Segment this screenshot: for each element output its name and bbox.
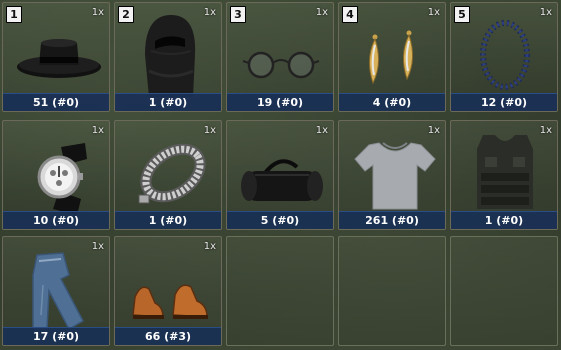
item-caption: 17 (#0): [3, 327, 109, 345]
jeans-icon: [32, 252, 84, 331]
item-caption: 12 (#0): [451, 93, 557, 111]
item-caption: 5 (#0): [227, 211, 333, 229]
inventory-slot-7[interactable]: 1x 1 (#0): [114, 120, 222, 230]
inventory-grid: 1 1x 51 (#0) 2 1x 1 (#0) 3 1x 19 (#0) 4 …: [0, 0, 561, 350]
inventory-slot-5[interactable]: 5 1x 12 (#0): [450, 2, 558, 112]
inventory-slot-4[interactable]: 4 1x 4 (#0): [338, 2, 446, 112]
item-caption: 261 (#0): [339, 211, 445, 229]
inventory-slot-10[interactable]: 1x 1 (#0): [450, 120, 558, 230]
item-caption: 51 (#0): [3, 93, 109, 111]
inventory-slot-12[interactable]: 1x 66 (#3): [114, 236, 222, 346]
inventory-slot-1[interactable]: 1 1x 51 (#0): [2, 2, 110, 112]
inventory-slot-3[interactable]: 3 1x 19 (#0): [226, 2, 334, 112]
item-caption: 1 (#0): [451, 211, 557, 229]
chain-bracelet-icon: [138, 143, 206, 204]
item-caption: 10 (#0): [3, 211, 109, 229]
duffel-bag-icon: [241, 159, 323, 201]
wristwatch-icon: [37, 143, 87, 215]
balaclava-icon: [145, 15, 196, 97]
inventory-slot-13[interactable]: [226, 236, 334, 346]
glasses-icon: [242, 51, 320, 79]
item-caption: 1 (#0): [115, 93, 221, 111]
item-caption: 19 (#0): [227, 93, 333, 111]
inventory-slot-11[interactable]: 1x 17 (#0): [2, 236, 110, 346]
hat-icon: [17, 39, 101, 78]
item-caption: 4 (#0): [339, 93, 445, 111]
inventory-slot-2[interactable]: 2 1x 1 (#0): [114, 2, 222, 112]
inventory-slot-15[interactable]: [450, 236, 558, 346]
inventory-slot-9[interactable]: 1x 261 (#0): [338, 120, 446, 230]
earrings-icon: [369, 30, 413, 85]
bead-necklace-icon: [480, 20, 530, 90]
item-caption: 66 (#3): [115, 327, 221, 345]
inventory-slot-6[interactable]: 1x 10 (#0): [2, 120, 110, 230]
item-caption: 1 (#0): [115, 211, 221, 229]
shoes-icon: [132, 284, 208, 319]
tshirt-icon: [354, 142, 436, 210]
body-armor-icon: [477, 135, 533, 209]
inventory-slot-8[interactable]: 1x 5 (#0): [226, 120, 334, 230]
inventory-slot-14[interactable]: [338, 236, 446, 346]
